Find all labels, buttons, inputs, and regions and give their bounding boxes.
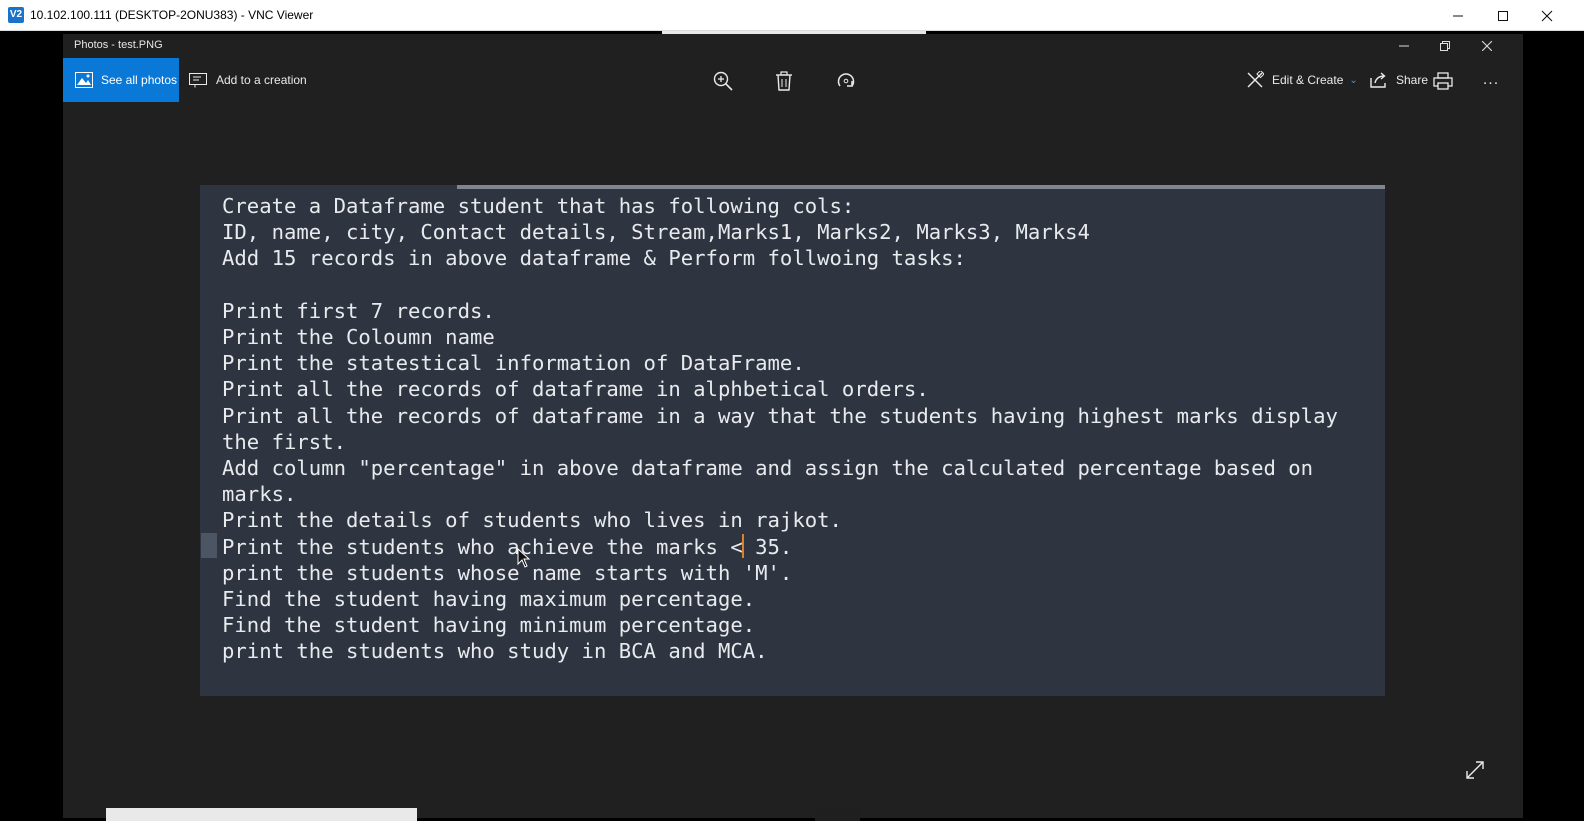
photos-restore-button[interactable] xyxy=(1424,34,1466,58)
text-line: Find the student having maximum percenta… xyxy=(222,587,756,612)
text-line: Find the student having minimum percenta… xyxy=(222,613,756,638)
vnc-app-icon: V2 xyxy=(8,7,24,23)
text-line: Print the Coloumn name xyxy=(222,325,495,350)
share-label: Share xyxy=(1396,73,1429,87)
displayed-image: Create a Dataframe student that has foll… xyxy=(200,185,1385,696)
add-to-creation-button[interactable]: Add to a creation xyxy=(189,58,307,102)
chevron-down-icon: ⌄ xyxy=(1349,74,1358,86)
edit-and-create-label: Edit & Create xyxy=(1272,73,1344,87)
share-icon xyxy=(1370,72,1388,88)
see-all-photos-label: See all photos xyxy=(101,73,178,87)
text-line: Print the statestical information of Dat… xyxy=(222,351,805,376)
text-line: Print all the records of dataframe in a … xyxy=(222,403,1338,428)
text-line: Print the students who achieve the marks… xyxy=(222,534,793,559)
print-icon[interactable] xyxy=(1429,67,1457,95)
photos-toolbar: See all photos Add to a creation Edit & … xyxy=(63,58,1523,102)
text-line: Add column "percentage" in above datafra… xyxy=(222,456,1314,481)
text-line: Create a Dataframe student that has foll… xyxy=(222,194,855,218)
photos-icon xyxy=(75,72,93,88)
edit-create-icon xyxy=(1246,71,1264,89)
photos-app-window: Photos - test.PNG See all photos Add to … xyxy=(63,34,1523,818)
remote-taskbar-fragment xyxy=(106,808,417,821)
zoom-in-icon[interactable] xyxy=(709,67,737,95)
text-line: Print the details of students who lives … xyxy=(222,508,842,533)
text-line: print the students whose name starts wit… xyxy=(222,560,793,585)
vnc-minimize-button[interactable] xyxy=(1435,0,1481,31)
mouse-pointer-icon xyxy=(517,548,531,568)
text-line: Print first 7 records. xyxy=(222,298,495,323)
rotate-icon[interactable] xyxy=(832,67,860,95)
text-line: marks. xyxy=(222,482,297,507)
text-cursor xyxy=(742,534,744,558)
share-button[interactable]: Share xyxy=(1370,58,1428,102)
vnc-maximize-button[interactable] xyxy=(1480,0,1526,31)
text-line: ID, name, city, Contact details, Stream,… xyxy=(222,220,1090,245)
photos-title-bar: Photos - test.PNG xyxy=(63,34,1523,58)
text-line: print the students who study in BCA and … xyxy=(222,639,768,664)
expand-icon[interactable] xyxy=(1463,758,1487,782)
text-line xyxy=(222,272,1372,298)
add-creation-icon xyxy=(189,72,207,88)
see-all-photos-button[interactable]: See all photos xyxy=(63,58,179,102)
vnc-close-button[interactable] xyxy=(1524,0,1570,31)
add-to-creation-label: Add to a creation xyxy=(216,73,307,87)
assignment-text: Create a Dataframe student that has foll… xyxy=(222,193,1372,665)
vnc-title-bar: V2 10.102.100.111 (DESKTOP-2ONU383) - VN… xyxy=(0,0,1584,31)
text-line: Print all the records of dataframe in al… xyxy=(222,377,929,402)
vnc-window-title: 10.102.100.111 (DESKTOP-2ONU383) - VNC V… xyxy=(30,8,314,22)
text-line: the first. xyxy=(222,429,346,454)
photos-close-button[interactable] xyxy=(1466,34,1508,58)
more-options-button[interactable]: ... xyxy=(1476,58,1506,102)
text-line: Add 15 records in above dataframe & Perf… xyxy=(222,246,966,271)
photos-window-title: Photos - test.PNG xyxy=(74,39,163,51)
edit-and-create-button[interactable]: Edit & Create ⌄ xyxy=(1246,58,1358,102)
photos-minimize-button[interactable] xyxy=(1383,34,1425,58)
editor-line-highlight xyxy=(201,533,217,558)
image-scrollbar-strip xyxy=(457,185,1385,189)
delete-icon[interactable] xyxy=(770,67,798,95)
remote-taskbar-fragment xyxy=(815,808,860,821)
